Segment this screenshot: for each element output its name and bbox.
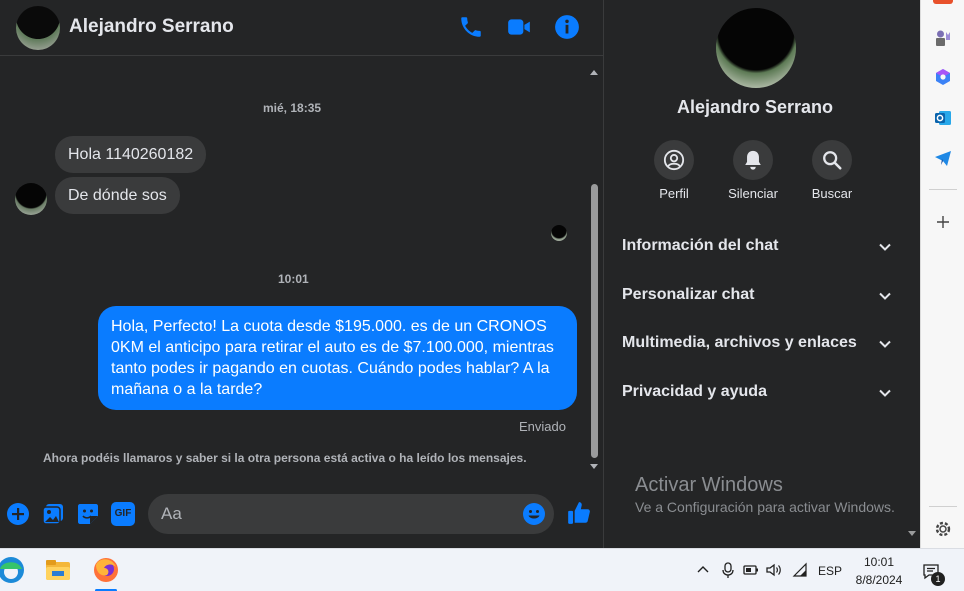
contact-avatar[interactable] bbox=[16, 6, 60, 50]
profile-action[interactable]: Perfil bbox=[634, 140, 714, 201]
section-privacy-help[interactable]: Privacidad y ayuda bbox=[622, 378, 892, 408]
scroll-down-arrow-icon[interactable] bbox=[908, 531, 916, 536]
shopping-icon[interactable] bbox=[933, 0, 953, 4]
games-icon[interactable] bbox=[933, 28, 953, 48]
mute-action[interactable]: Silenciar bbox=[713, 140, 793, 201]
section-chat-info[interactable]: Información del chat bbox=[622, 232, 892, 262]
composer: GIF bbox=[0, 490, 603, 540]
profile-name: Alejandro Serrano bbox=[676, 97, 834, 117]
read-receipt-avatar bbox=[551, 225, 567, 241]
message-list: mié, 18:35 Hola 1140260182 De dónde sos … bbox=[0, 57, 588, 477]
firefox-icon[interactable] bbox=[91, 555, 121, 585]
speaker-icon[interactable] bbox=[765, 561, 783, 579]
chevron-down-icon bbox=[879, 243, 891, 251]
profile-icon bbox=[663, 149, 685, 171]
input-language[interactable]: ESP bbox=[818, 564, 842, 578]
scroll-up-arrow-icon[interactable] bbox=[590, 70, 598, 75]
clock-time[interactable]: 10:01 bbox=[840, 555, 918, 569]
sticker-icon[interactable] bbox=[76, 502, 100, 526]
message-timestamp: 10:01 bbox=[278, 272, 309, 286]
chat-notice: Ahora podéis llamaros y saber si la otra… bbox=[43, 451, 527, 465]
action-label: Perfil bbox=[659, 186, 689, 201]
message-timestamp: mié, 18:35 bbox=[263, 101, 322, 115]
chevron-down-icon bbox=[879, 389, 891, 397]
search-icon bbox=[823, 151, 842, 170]
browser-sidebar bbox=[920, 0, 964, 548]
gear-icon[interactable] bbox=[933, 519, 953, 539]
chat-header: Alejandro Serrano bbox=[0, 0, 603, 56]
profile-avatar[interactable] bbox=[716, 8, 796, 88]
section-media-files-links[interactable]: Multimedia, archivos y enlaces bbox=[622, 329, 892, 359]
sidebar-divider bbox=[929, 506, 957, 507]
chat-pane: Alejandro Serrano mié, 18:35 Hola 114026… bbox=[0, 0, 603, 548]
windows-activation-subtitle: Ve a Configuración para activar Windows. bbox=[635, 499, 895, 515]
scroll-thumb[interactable] bbox=[591, 184, 598, 458]
edge-browser-icon[interactable] bbox=[0, 555, 26, 585]
chevron-down-icon bbox=[879, 292, 891, 300]
action-label: Buscar bbox=[811, 186, 853, 201]
section-customize-chat[interactable]: Personalizar chat bbox=[622, 281, 892, 311]
plus-circle-icon[interactable] bbox=[6, 502, 30, 526]
sender-avatar[interactable] bbox=[15, 183, 47, 215]
message-input[interactable] bbox=[161, 503, 521, 525]
chat-scrollbar[interactable] bbox=[588, 66, 600, 476]
message-status: Enviado bbox=[519, 419, 566, 434]
outlook-icon[interactable] bbox=[933, 108, 953, 128]
video-camera-icon[interactable] bbox=[506, 14, 532, 40]
gif-icon[interactable]: GIF bbox=[111, 502, 135, 526]
emoji-icon[interactable] bbox=[522, 502, 546, 526]
outgoing-message[interactable]: Hola, Perfecto! La cuota desde $195.000.… bbox=[98, 306, 577, 410]
info-icon[interactable] bbox=[554, 14, 580, 40]
phone-icon[interactable] bbox=[458, 14, 484, 40]
clock-date[interactable]: 8/8/2024 bbox=[840, 573, 918, 587]
search-action[interactable]: Buscar bbox=[792, 140, 872, 201]
windows-taskbar: ESP 10:01 8/8/2024 1 bbox=[0, 548, 964, 591]
scroll-down-arrow-icon[interactable] bbox=[590, 464, 598, 469]
like-thumb-icon[interactable] bbox=[566, 500, 592, 526]
notification-count-badge: 1 bbox=[931, 572, 945, 586]
message-input-box[interactable] bbox=[148, 494, 554, 534]
sidebar-divider bbox=[929, 189, 957, 190]
battery-icon[interactable] bbox=[742, 561, 760, 579]
bell-icon bbox=[745, 150, 761, 170]
contact-name[interactable]: Alejandro Serrano bbox=[69, 16, 234, 38]
add-icon[interactable] bbox=[933, 212, 953, 232]
incoming-message[interactable]: De dónde sos bbox=[55, 177, 180, 214]
copilot-icon[interactable] bbox=[933, 67, 953, 87]
chat-info-panel: Alejandro Serrano Perfil Silenciar Busca… bbox=[603, 0, 920, 548]
image-icon[interactable] bbox=[41, 502, 65, 526]
chevron-up-icon[interactable] bbox=[694, 561, 712, 579]
send-icon[interactable] bbox=[933, 148, 953, 168]
microphone-icon[interactable] bbox=[719, 561, 737, 579]
file-explorer-icon[interactable] bbox=[43, 555, 73, 585]
windows-activation-title: Activar Windows bbox=[635, 474, 783, 496]
action-label: Silenciar bbox=[728, 186, 778, 201]
wifi-icon[interactable] bbox=[791, 561, 809, 579]
incoming-message[interactable]: Hola 1140260182 bbox=[55, 136, 207, 173]
chevron-down-icon bbox=[879, 340, 891, 348]
